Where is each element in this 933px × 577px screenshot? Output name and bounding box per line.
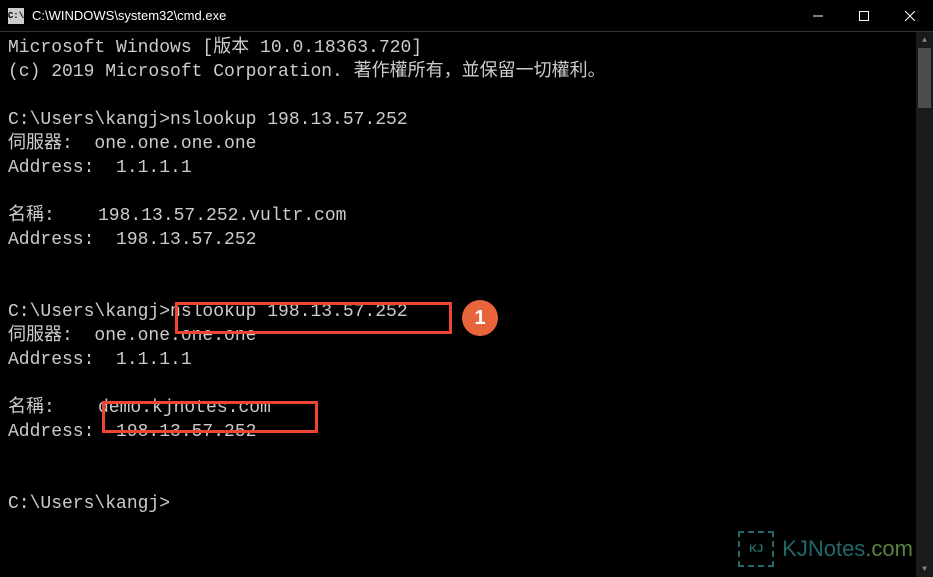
terminal-line: C:\Users\kangj> <box>8 494 170 514</box>
terminal-line: C:\Users\kangj>nslookup 198.13.57.252 <box>8 110 408 130</box>
terminal-line: C:\Users\kangj>nslookup 198.13.57.252 <box>8 302 408 322</box>
vertical-scrollbar[interactable]: ▲ ▼ <box>916 32 933 577</box>
terminal-line: 名稱: 198.13.57.252.vultr.com <box>8 206 346 226</box>
window-controls <box>795 0 933 31</box>
terminal-line: Address: 198.13.57.252 <box>8 230 256 250</box>
terminal-line: 伺服器: one.one.one.one <box>8 134 256 154</box>
maximize-button[interactable] <box>841 0 887 31</box>
scrollbar-thumb[interactable] <box>918 48 931 108</box>
scroll-down-arrow-icon[interactable]: ▼ <box>916 561 933 577</box>
terminal-line: Address: 198.13.57.252 <box>8 422 256 442</box>
terminal-line: Address: 1.1.1.1 <box>8 350 192 370</box>
watermark-text: KJNotes.com <box>782 536 913 562</box>
watermark: KJ KJNotes.com <box>738 531 913 567</box>
terminal-line: (c) 2019 Microsoft Corporation. 著作權所有，並保… <box>8 62 606 82</box>
annotation-badge-1: 1 <box>462 300 498 336</box>
close-button[interactable] <box>887 0 933 31</box>
window-titlebar: C:\ C:\WINDOWS\system32\cmd.exe <box>0 0 933 32</box>
window-title: C:\WINDOWS\system32\cmd.exe <box>32 8 795 23</box>
scroll-up-arrow-icon[interactable]: ▲ <box>916 32 933 48</box>
watermark-logo-icon: KJ <box>738 531 774 567</box>
cmd-icon: C:\ <box>8 8 24 24</box>
terminal-line: Microsoft Windows [版本 10.0.18363.720] <box>8 38 422 58</box>
minimize-button[interactable] <box>795 0 841 31</box>
terminal-line: Address: 1.1.1.1 <box>8 158 192 178</box>
terminal-line: 伺服器: one.one.one.one <box>8 326 256 346</box>
terminal-line: 名稱: demo.kjnotes.com <box>8 398 271 418</box>
